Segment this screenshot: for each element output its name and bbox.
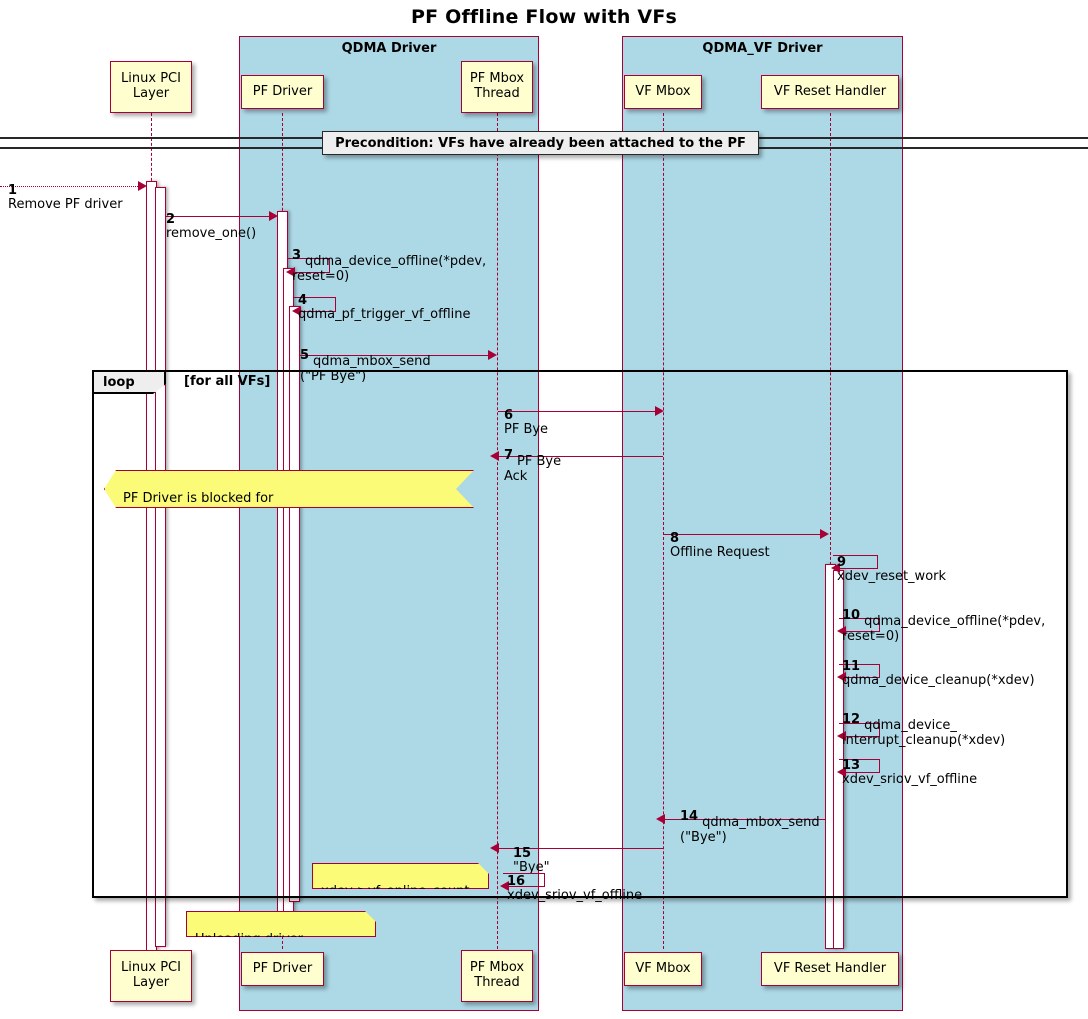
message-label-3: 3 qdma_device_offline(*pdev, reset=0) [292, 226, 522, 284]
message-seq-11: 11 [842, 658, 861, 674]
participant-linux-pci-layer-top[interactable]: Linux PCI Layer [110, 61, 192, 113]
participant-label: PF Driver [252, 83, 313, 99]
participant-linux-pci-layer-bottom[interactable]: Linux PCI Layer [110, 950, 192, 1002]
participant-label: VF Reset Handler [773, 83, 887, 99]
message-seq-10: 10 [842, 607, 861, 623]
participant-label: VF Mbox [635, 83, 691, 99]
message-seq-9: 9 [837, 554, 847, 570]
loop-guard: [for all VFs] [184, 374, 271, 389]
message-label-11: 11 qdma_device_cleanup(*xdev) [842, 645, 1035, 689]
message-seq-6: 6 [504, 407, 514, 423]
message-label-14: 14 qdma_mbox_send ("Bye") [680, 787, 830, 845]
divider-text: Precondition: VFs have already been atta… [335, 135, 746, 151]
participant-pf-driver-bottom[interactable]: PF Driver [241, 952, 324, 986]
participant-pf-mbox-thread-top[interactable]: PF Mbox Thread [461, 61, 533, 113]
message-text-16: xdev_sriov_vf_offline [507, 888, 643, 904]
message-seq-12: 12 [842, 711, 861, 727]
loop-tab: loop [94, 372, 166, 394]
participant-label: PF Mbox Thread [469, 960, 525, 990]
message-label-8: 8 Offline Request [670, 517, 770, 561]
message-text-10: qdma_device_offline(*pdev, reset=0) [842, 614, 1046, 644]
group-label-qdma-driver: QDMA Driver [341, 41, 437, 56]
message-label-4: 4 qdma_pf_trigger_vf_offline [298, 279, 471, 323]
message-label-16: 16 xdev_sriov_vf_offline [507, 860, 642, 904]
arrow-head-2 [269, 211, 278, 221]
participant-vf-reset-handler-bottom[interactable]: VF Reset Handler [761, 952, 899, 986]
message-seq-8: 8 [670, 530, 680, 546]
message-seq-3: 3 [292, 247, 302, 263]
message-seq-14: 14 [680, 808, 699, 824]
message-text-13: xdev_sriov_vf_offline [842, 772, 978, 788]
arrow-head-6 [655, 406, 664, 416]
arrow-head-14 [656, 814, 665, 824]
message-label-7: 7 PF Bye Ack [504, 426, 654, 484]
participant-vf-mbox-top[interactable]: VF Mbox [624, 75, 702, 109]
participant-vf-mbox-bottom[interactable]: VF Mbox [624, 952, 702, 986]
participant-label: Linux PCI Layer [121, 960, 181, 990]
participant-label: Linux PCI Layer [121, 71, 181, 101]
note-unloading-complete: Unloading driver complete [186, 911, 376, 937]
participant-label: PF Driver [252, 960, 313, 976]
message-seq-16: 16 [507, 873, 526, 889]
arrow-head-1 [138, 181, 147, 191]
page-title: PF Offline Flow with VFs [410, 6, 678, 28]
loop-keyword: loop [103, 374, 135, 390]
participant-label: VF Mbox [635, 960, 691, 976]
message-text-8: Offline Request [670, 545, 770, 561]
message-label-13: 13 xdev_sriov_vf_offline [842, 744, 977, 788]
message-text-2: remove_one() [166, 226, 257, 242]
message-text-1: Remove PF driver [8, 197, 123, 213]
divider-precondition: Precondition: VFs have already been atta… [322, 131, 759, 155]
message-label-9: 9 xdev_reset_work [837, 541, 946, 585]
note-pf-driver-blocked: PF Driver is blocked for Byes from all V… [104, 470, 474, 508]
message-seq-5: 5 [300, 347, 310, 363]
message-text-4: qdma_pf_trigger_vf_offline [298, 307, 471, 323]
sequence-diagram-canvas: PF Offline Flow with VFs QDMA Driver QDM… [0, 0, 1088, 1019]
message-text-11: qdma_device_cleanup(*xdev) [842, 673, 1035, 689]
message-label-12: 12 qdma_device_ interrupt_cleanup(*xdev) [842, 690, 1042, 748]
message-label-1: 1 Remove PF driver [8, 169, 123, 213]
arrow-head-15 [490, 843, 499, 853]
participant-label: VF Reset Handler [773, 960, 887, 976]
message-label-2: 2 remove_one() [166, 198, 256, 242]
arrow-head-8 [820, 529, 829, 539]
message-seq-13: 13 [842, 757, 861, 773]
group-label-qdma-vf-driver: QDMA_VF Driver [702, 41, 823, 56]
message-text-9: xdev_reset_work [837, 569, 947, 585]
message-seq-1: 1 [8, 182, 18, 198]
message-text-14: qdma_mbox_send ("Bye") [680, 815, 820, 845]
arrow-head-7 [490, 451, 499, 461]
participant-label: PF Mbox Thread [469, 71, 525, 101]
message-seq-4: 4 [298, 292, 308, 308]
message-seq-15: 15 [513, 845, 532, 861]
participant-pf-driver-top[interactable]: PF Driver [241, 75, 324, 109]
message-seq-7: 7 [504, 447, 514, 463]
participant-vf-reset-handler-top[interactable]: VF Reset Handler [761, 75, 899, 109]
message-seq-2: 2 [166, 211, 176, 227]
message-label-10: 10 qdma_device_offline(*pdev, reset=0) [842, 586, 1057, 644]
participant-pf-mbox-thread-bottom[interactable]: PF Mbox Thread [461, 950, 533, 1002]
note-vf-online-count: xdev->vf_online_count-- [312, 863, 489, 889]
